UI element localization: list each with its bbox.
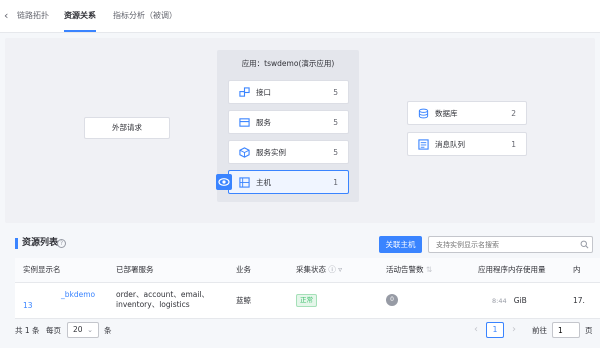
instance-icon [239,147,250,158]
search-icon[interactable] [580,240,589,249]
tab-trace-topology[interactable]: 链路拓扑 [17,10,49,22]
col-instance-name: 实例显示名 [15,258,108,283]
memory-value: 8:44 [492,296,507,305]
eye-icon[interactable] [216,174,232,190]
memory-extra-cell: 17. [565,282,600,319]
node-count: 5 [333,118,338,127]
pager-unit: 条 [104,326,112,335]
col-business: 业务 [228,258,288,283]
resource-list-title: 资源列表 [22,238,59,248]
node-count: 2 [511,109,516,118]
node-count: 1 [511,140,516,149]
col-collect-status-label: 采集状态 [296,265,326,275]
help-icon[interactable]: ? [57,239,66,248]
help-icon: ⓘ [328,265,336,275]
node-host[interactable]: 主机 1 [228,170,349,194]
resource-topology-panel: 外部请求 应用：tswdemo(演示应用) 接口 5 服务 5 服务实例 5 主… [5,38,595,223]
node-label: 消息队列 [435,140,465,149]
alarm-cell: 0 [378,282,470,319]
per-page-select[interactable]: 20 ⌄ [67,322,99,338]
database-icon [418,108,429,119]
goto-label: 前往 [532,326,547,335]
sort-icon[interactable]: ⇅ [426,265,432,274]
instance-sub: 13 [23,301,33,310]
resource-table: 实例显示名 已部署服务 业务 采集状态 ⓘ ▿ 活动告警数 ⇅ 应用程序内存使用… [15,258,600,319]
col-memory-extra: 内 [565,258,600,283]
memory-unit: GiB [513,295,527,305]
col-collect-status[interactable]: 采集状态 ⓘ ▿ [288,258,378,283]
node-label: 主机 [256,178,271,187]
host-icon [239,177,250,188]
node-label: 服务 [256,118,271,127]
node-interface[interactable]: 接口 5 [228,80,349,104]
node-count: 5 [333,88,338,97]
node-database[interactable]: 数据库 2 [407,101,527,125]
memory-cell: 8:44 GiB [470,282,565,319]
instance-cell[interactable]: _bkdemo 13 [15,282,108,319]
status-cell: 正常 [288,282,378,319]
col-active-alarms[interactable]: 活动告警数 ⇅ [378,258,470,283]
table-header-row: 实例显示名 已部署服务 业务 采集状态 ⓘ ▿ 活动告警数 ⇅ 应用程序内存使用… [15,258,600,283]
node-label: 数据库 [435,109,458,118]
page-current[interactable]: 1 [486,322,504,338]
back-chevron-icon[interactable]: ‹ [4,10,14,22]
chevron-down-icon: ⌄ [87,326,93,334]
col-active-alarms-label: 活动告警数 [386,265,424,275]
tab-metric-analysis[interactable]: 指标分析（被调） [113,10,177,22]
col-deployed-services: 已部署服务 [108,258,228,283]
business-cell: 蓝鲸 [228,282,288,319]
node-message-queue[interactable]: 消息队列 1 [407,132,527,156]
service-icon [239,118,250,127]
node-service-instance[interactable]: 服务实例 5 [228,140,349,164]
per-page-value: 20 [73,325,83,334]
alarm-count-badge[interactable]: 0 [386,294,398,306]
pager-per-page-label: 每页 [46,326,61,335]
node-count: 1 [333,178,338,187]
tab-resource-relation[interactable]: 资源关系 [64,10,96,22]
table-row: _bkdemo 13 order、account、email、inventory… [15,282,600,319]
deployed-services-cell: order、account、email、inventory、logistics [108,282,228,319]
node-service[interactable]: 服务 5 [228,110,349,134]
col-app-memory[interactable]: 应用程序内存使用量 [470,258,565,283]
node-label: 接口 [256,88,271,97]
active-tab-indicator [64,30,96,32]
message-queue-icon [418,139,429,150]
instance-link[interactable]: _bkdemo [23,290,95,299]
interface-icon [239,87,250,97]
section-marker [15,238,18,249]
node-count: 5 [333,148,338,157]
next-page-icon[interactable]: › [508,322,520,338]
app-group: 应用：tswdemo(演示应用) 接口 5 服务 5 服务实例 5 主机 1 [217,50,359,202]
status-badge: 正常 [296,293,317,307]
link-host-button[interactable]: 关联主机 [379,236,422,253]
prev-page-icon[interactable]: ‹ [470,322,482,338]
external-request-node[interactable]: 外部请求 [84,117,170,139]
node-label: 服务实例 [256,148,286,157]
goto-page-input[interactable] [552,322,580,338]
filter-icon[interactable]: ▿ [338,265,342,274]
instance-search-input[interactable] [428,236,593,253]
app-title: 应用：tswdemo(演示应用) [241,59,335,68]
top-tab-bar: ‹ 链路拓扑 资源关系 指标分析（被调） [0,0,600,33]
page-label: 页 [585,326,593,335]
pager-total: 共 1 条 [15,326,40,335]
